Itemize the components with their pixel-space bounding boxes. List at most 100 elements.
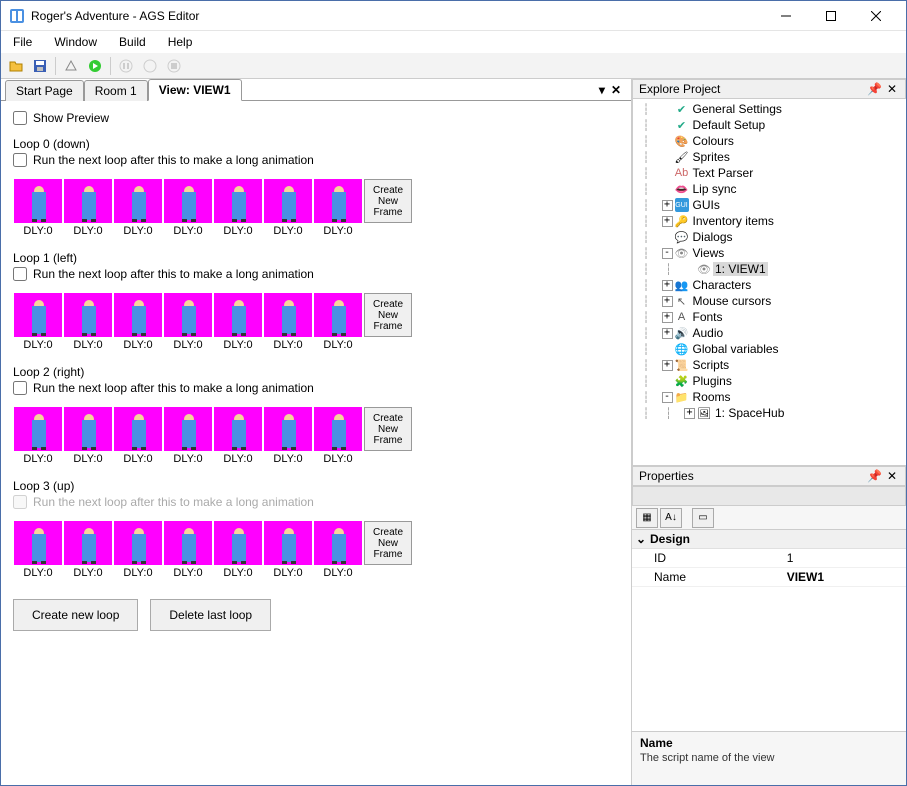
prop-category-design[interactable]: ⌄ Design	[632, 530, 906, 549]
tree-item[interactable]: ┆ +↖Mouse cursors	[633, 293, 906, 309]
expand-icon[interactable]: +	[662, 328, 673, 339]
tree-item[interactable]: ┆ ✔Default Setup	[633, 117, 906, 133]
sprite-frame[interactable]	[314, 407, 362, 451]
tree-item[interactable]: ┆ AbText Parser	[633, 165, 906, 181]
tree-item[interactable]: ┆ +🔊Audio	[633, 325, 906, 341]
expand-icon[interactable]: +	[662, 216, 673, 227]
tree-item[interactable]: ┆ +GUIGUIs	[633, 197, 906, 213]
sprite-frame[interactable]	[164, 521, 212, 565]
props-close-icon[interactable]: ✕	[885, 469, 899, 483]
tab-close-icon[interactable]: ✕	[611, 83, 621, 97]
sprite-frame[interactable]	[64, 521, 112, 565]
sprite-frame[interactable]	[164, 293, 212, 337]
pause-icon[interactable]	[115, 55, 137, 77]
tab-start-page[interactable]: Start Page	[5, 80, 84, 101]
tree-item[interactable]: ┆ 👄Lip sync	[633, 181, 906, 197]
sprite-frame[interactable]	[214, 407, 262, 451]
create-new-frame-button[interactable]: Create New Frame	[364, 521, 412, 565]
maximize-button[interactable]	[808, 1, 853, 30]
build-icon[interactable]	[60, 55, 82, 77]
expand-icon[interactable]: +	[662, 312, 673, 323]
sprite-frame[interactable]	[64, 293, 112, 337]
prop-pages-icon[interactable]: ▭	[692, 508, 714, 528]
create-loop-button[interactable]: Create new loop	[13, 599, 138, 631]
project-tree[interactable]: ┆ ✔General Settings ┆ ✔Default Setup ┆ 🎨…	[632, 99, 906, 465]
property-value[interactable]: VIEW1	[783, 568, 906, 586]
tree-item[interactable]: ┆ 🎨Colours	[633, 133, 906, 149]
property-row[interactable]: ID1	[632, 549, 906, 568]
sprite-frame[interactable]	[214, 521, 262, 565]
tree-item[interactable]: ┆ 💬Dialogs	[633, 229, 906, 245]
show-preview-checkbox[interactable]	[13, 111, 27, 125]
tree-item[interactable]: ┆ 🧩Plugins	[633, 373, 906, 389]
open-icon[interactable]	[5, 55, 27, 77]
prop-alphabetical-icon[interactable]: A↓	[660, 508, 682, 528]
sprite-frame[interactable]	[264, 293, 312, 337]
expand-icon[interactable]: +	[662, 280, 673, 291]
expand-icon[interactable]: +	[684, 408, 695, 419]
tree-item[interactable]: ┆ +🔑Inventory items	[633, 213, 906, 229]
tree-item[interactable]: ┆ +📜Scripts	[633, 357, 906, 373]
minimize-button[interactable]	[763, 1, 808, 30]
collapse-icon[interactable]: -	[662, 392, 673, 403]
menu-file[interactable]: File	[9, 33, 36, 51]
close-button[interactable]	[853, 1, 898, 30]
sprite-frame[interactable]	[114, 293, 162, 337]
properties-object-selector[interactable]	[632, 486, 906, 506]
props-pin-icon[interactable]: 📌	[867, 469, 881, 483]
tree-item[interactable]: ┆ -📁Rooms	[633, 389, 906, 405]
collapse-icon[interactable]: -	[662, 248, 673, 259]
tree-item[interactable]: ┆ +AFonts	[633, 309, 906, 325]
tree-item[interactable]: ┆ -👁Views	[633, 245, 906, 261]
expand-icon[interactable]: +	[662, 296, 673, 307]
tree-item[interactable]: ┆ 🌐Global variables	[633, 341, 906, 357]
run-next-loop-checkbox[interactable]	[13, 381, 27, 395]
sprite-frame[interactable]	[264, 179, 312, 223]
run-icon[interactable]	[84, 55, 106, 77]
delete-loop-button[interactable]: Delete last loop	[150, 599, 271, 631]
expand-icon[interactable]: +	[662, 360, 673, 371]
create-new-frame-button[interactable]: Create New Frame	[364, 179, 412, 223]
sprite-frame[interactable]	[114, 179, 162, 223]
sprite-frame[interactable]	[114, 407, 162, 451]
sprite-frame[interactable]	[14, 179, 62, 223]
step-icon[interactable]	[139, 55, 161, 77]
sprite-frame[interactable]	[264, 521, 312, 565]
sprite-frame[interactable]	[214, 293, 262, 337]
sprite-frame[interactable]	[314, 179, 362, 223]
sprite-frame[interactable]	[314, 521, 362, 565]
tab-room-1[interactable]: Room 1	[84, 80, 148, 101]
run-next-loop-checkbox[interactable]	[13, 267, 27, 281]
tab-view-view1[interactable]: View: VIEW1	[148, 79, 242, 101]
sprite-frame[interactable]	[64, 407, 112, 451]
property-row[interactable]: NameVIEW1	[632, 568, 906, 587]
menu-window[interactable]: Window	[50, 33, 101, 51]
stop-icon[interactable]	[163, 55, 185, 77]
create-new-frame-button[interactable]: Create New Frame	[364, 407, 412, 451]
sprite-frame[interactable]	[14, 521, 62, 565]
tree-item[interactable]: ┆ 🖌Sprites	[633, 149, 906, 165]
prop-categorized-icon[interactable]: ▦	[636, 508, 658, 528]
sprite-frame[interactable]	[264, 407, 312, 451]
pin-icon[interactable]: 📌	[867, 82, 881, 96]
sprite-frame[interactable]	[214, 179, 262, 223]
menu-help[interactable]: Help	[164, 33, 197, 51]
sprite-frame[interactable]	[14, 407, 62, 451]
expand-icon[interactable]: +	[662, 200, 673, 211]
sprite-frame[interactable]	[164, 407, 212, 451]
save-icon[interactable]	[29, 55, 51, 77]
panel-close-icon[interactable]: ✕	[885, 82, 899, 96]
tree-item[interactable]: ┆ ┆ +🖼1: SpaceHub	[633, 405, 906, 421]
sprite-frame[interactable]	[114, 521, 162, 565]
tree-item[interactable]: ┆ ┆ 👁1: VIEW1	[633, 261, 906, 277]
tree-item[interactable]: ┆ +👥Characters	[633, 277, 906, 293]
create-new-frame-button[interactable]: Create New Frame	[364, 293, 412, 337]
menu-build[interactable]: Build	[115, 33, 150, 51]
property-value[interactable]: 1	[783, 549, 906, 567]
sprite-frame[interactable]	[14, 293, 62, 337]
sprite-frame[interactable]	[314, 293, 362, 337]
tab-dropdown-icon[interactable]: ▾	[599, 83, 605, 97]
sprite-frame[interactable]	[64, 179, 112, 223]
sprite-frame[interactable]	[164, 179, 212, 223]
tree-item[interactable]: ┆ ✔General Settings	[633, 101, 906, 117]
